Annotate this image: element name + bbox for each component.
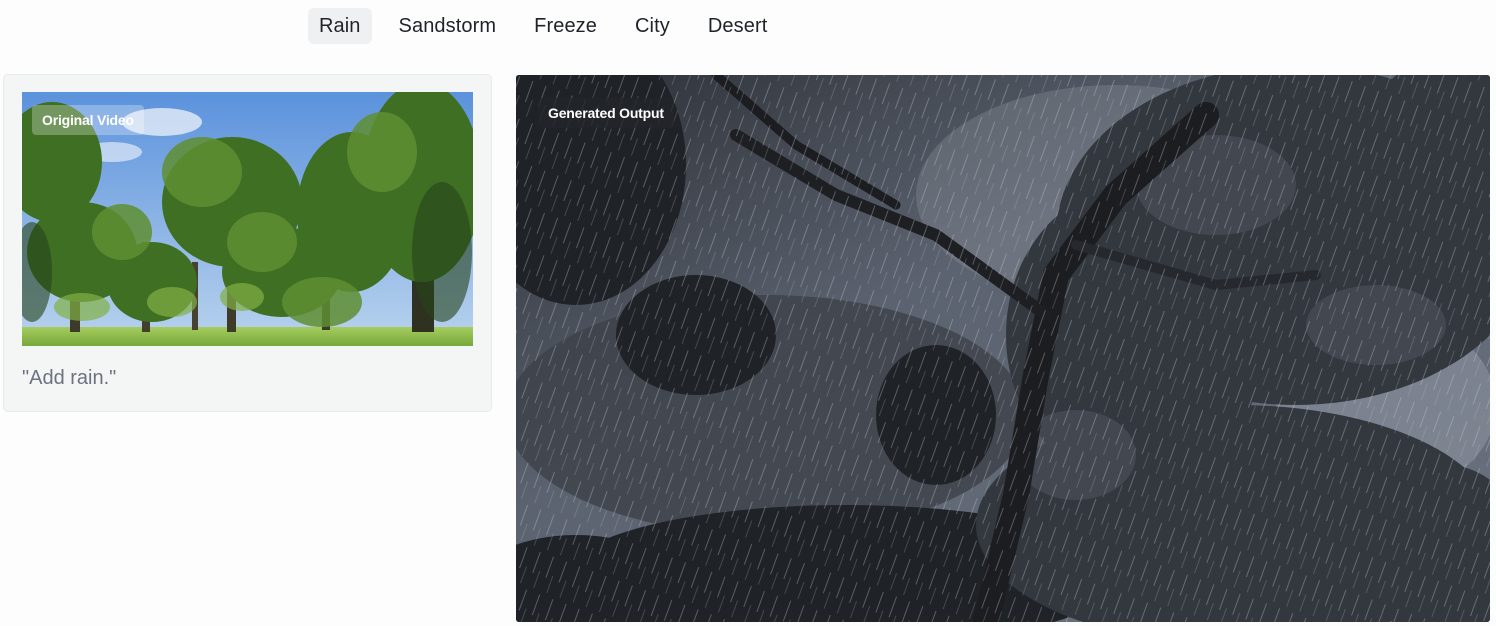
prompt-text: "Add rain." — [22, 367, 117, 389]
generated-output-video[interactable]: Generated Output — [516, 75, 1490, 622]
scene-tabs: Rain Sandstorm Freeze City Desert — [308, 8, 778, 44]
tab-freeze[interactable]: Freeze — [523, 8, 608, 44]
tab-city[interactable]: City — [624, 8, 681, 44]
tab-sandstorm[interactable]: Sandstorm — [388, 8, 508, 44]
generated-output-frame — [516, 75, 1490, 622]
tab-rain[interactable]: Rain — [308, 8, 372, 44]
original-video[interactable]: Original Video — [22, 92, 473, 346]
tab-desert[interactable]: Desert — [697, 8, 779, 44]
generated-output-badge: Generated Output — [538, 98, 674, 128]
original-video-card: Original Video "Add rain." — [3, 74, 492, 412]
original-video-badge: Original Video — [32, 105, 144, 135]
